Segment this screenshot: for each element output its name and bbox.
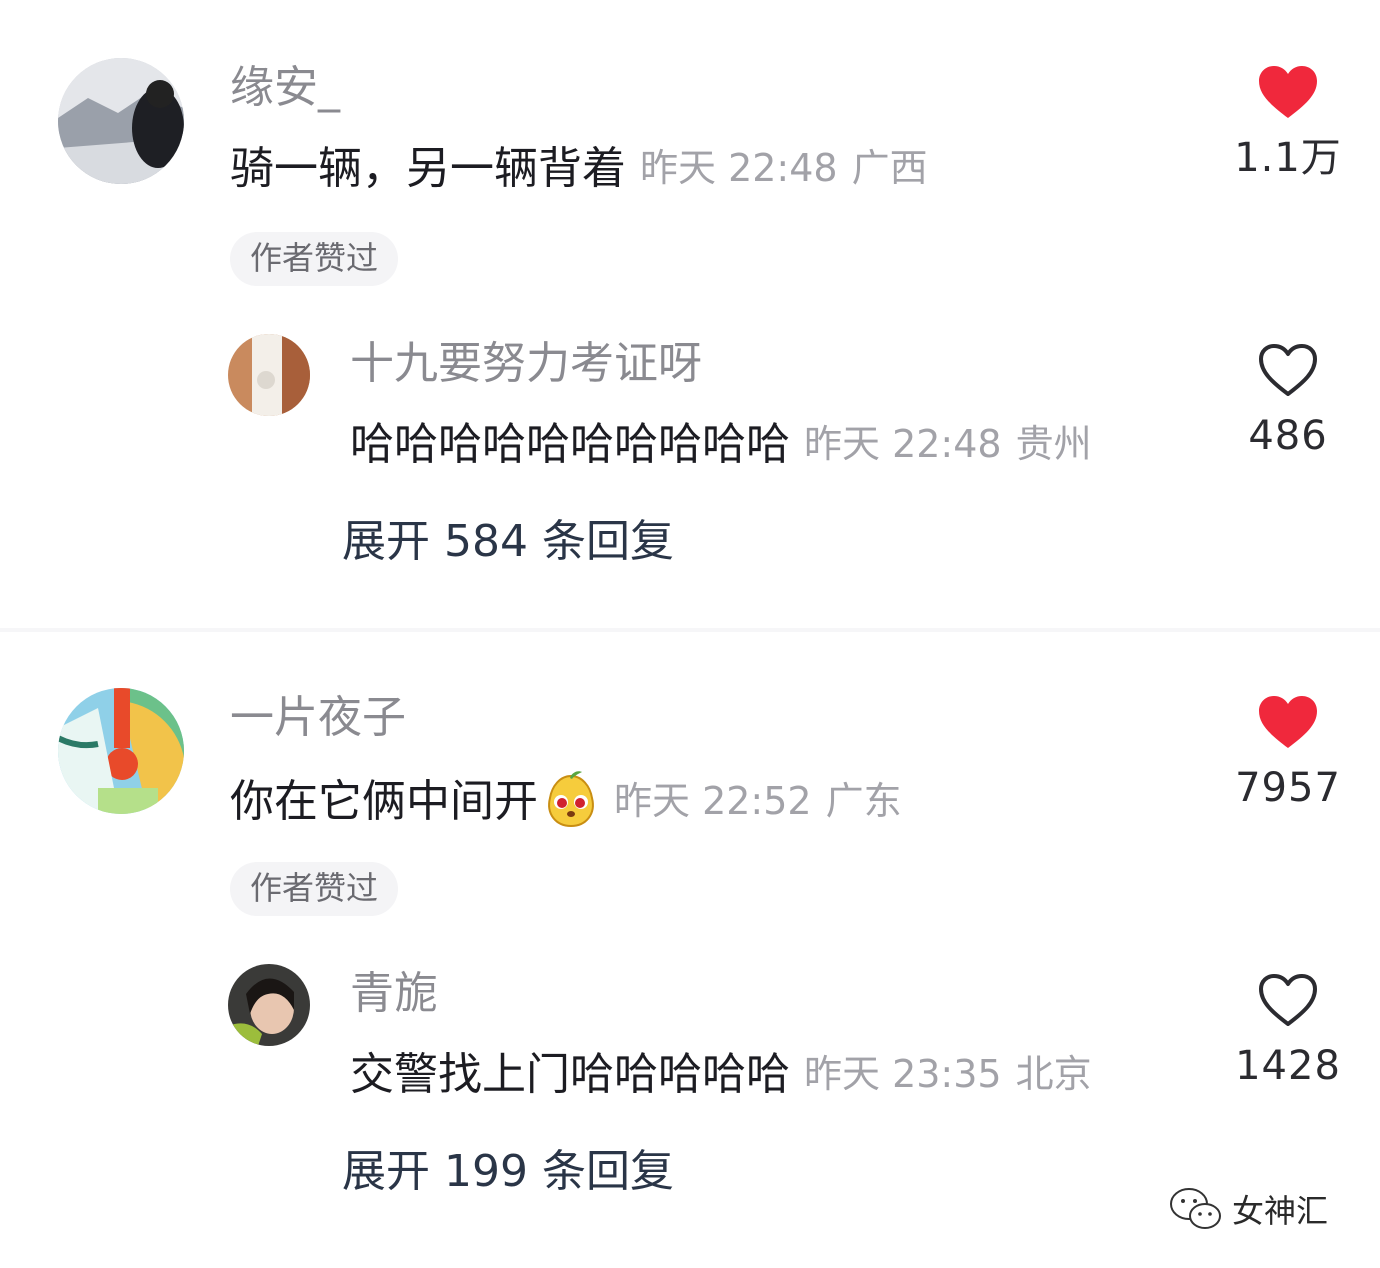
wechat-icon	[1170, 1188, 1221, 1229]
author-liked-badge: 作者赞过	[230, 862, 399, 916]
comment-thread: 一片夜子 你在它俩中间开 昨天 22:52 广东 7957 作者赞过 青旎 交警找…	[0, 632, 1380, 1268]
reply-like-count: 486	[1248, 413, 1328, 459]
reply-avatar[interactable]	[228, 334, 310, 416]
pear-face-emoji	[548, 771, 594, 828]
comment-text: 骑一辆，另一辆背着 昨天 22:48 广西	[230, 140, 928, 197]
username[interactable]: 一片夜子	[230, 692, 406, 744]
author-liked-badge: 作者赞过	[230, 232, 399, 286]
username[interactable]: 缘安_	[230, 62, 340, 114]
avatar[interactable]	[58, 688, 184, 814]
reply-username[interactable]: 十九要努力考证呀	[350, 338, 702, 390]
reply-location: 北京	[1015, 1052, 1092, 1096]
like-count: 7957	[1235, 765, 1341, 811]
reply-like-button[interactable]: 486	[1213, 342, 1363, 460]
reply-like-button[interactable]: 1428	[1213, 972, 1363, 1090]
like-button[interactable]: 7957	[1213, 694, 1363, 812]
reply-content: 交警找上门哈哈哈哈哈	[350, 1049, 790, 1100]
like-count: 1.1万	[1234, 135, 1342, 181]
comment-thread: 缘安_ 骑一辆，另一辆背着 昨天 22:48 广西 1.1万 作者赞过 十九要努力考…	[0, 0, 1380, 630]
watermark: 女神汇	[1168, 1184, 1328, 1234]
heart-outline-icon	[1259, 344, 1317, 396]
reply-time: 昨天 22:48	[804, 422, 1002, 466]
heart-filled-icon	[1259, 696, 1317, 748]
reply-location: 贵州	[1015, 422, 1092, 466]
reply-avatar[interactable]	[228, 964, 310, 1046]
comment-text: 你在它俩中间开 昨天 22:52 广东	[230, 770, 902, 830]
comment-content: 骑一辆，另一辆背着	[230, 143, 626, 194]
expand-replies-link[interactable]: 展开 584 条回复	[342, 514, 674, 570]
reply-text: 交警找上门哈哈哈哈哈 昨天 23:35 北京	[350, 1046, 1092, 1103]
comment-time: 昨天 22:48	[640, 146, 838, 190]
comment-location: 广东	[825, 779, 902, 823]
reply-like-count: 1428	[1235, 1043, 1341, 1089]
avatar[interactable]	[58, 58, 184, 184]
reply-username[interactable]: 青旎	[350, 968, 438, 1020]
reply-time: 昨天 23:35	[804, 1052, 1002, 1096]
like-button[interactable]: 1.1万	[1213, 64, 1363, 182]
watermark-text: 女神汇	[1232, 1192, 1329, 1230]
comment-location: 广西	[851, 146, 928, 190]
expand-replies-link[interactable]: 展开 199 条回复	[342, 1144, 674, 1200]
heart-outline-icon	[1259, 974, 1317, 1026]
reply-content: 哈哈哈哈哈哈哈哈哈哈	[350, 419, 790, 470]
reply-text: 哈哈哈哈哈哈哈哈哈哈 昨天 22:48 贵州	[350, 416, 1092, 473]
heart-filled-icon	[1259, 66, 1317, 118]
comment-time: 昨天 22:52	[614, 779, 812, 823]
comment-content: 你在它俩中间开	[230, 776, 538, 827]
